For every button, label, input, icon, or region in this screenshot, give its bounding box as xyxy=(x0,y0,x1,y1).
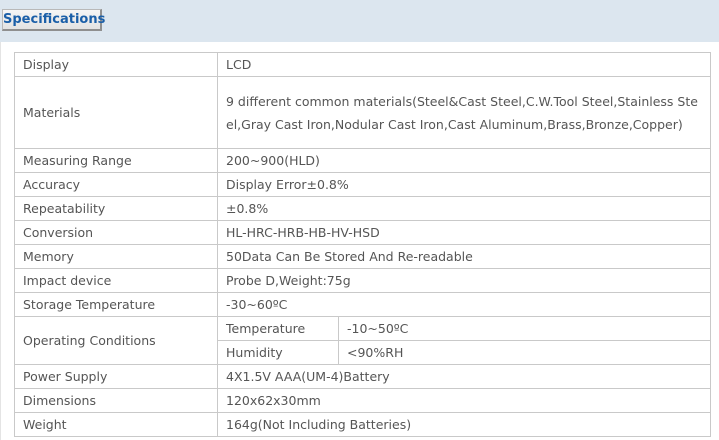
sub-row-label: Humidity xyxy=(217,340,339,365)
table-row: Measuring Range 200~900(HLD) xyxy=(14,148,711,173)
row-label: Conversion xyxy=(14,220,218,245)
row-label: Accuracy xyxy=(14,172,218,197)
row-label: Materials xyxy=(14,76,218,149)
table-row: Accuracy Display Error±0.8% xyxy=(14,172,711,197)
specifications-table: Display LCD Materials 9 different common… xyxy=(14,52,711,437)
specifications-panel: Display LCD Materials 9 different common… xyxy=(0,42,719,440)
table-row: Repeatability ±0.8% xyxy=(14,196,711,221)
row-label: Memory xyxy=(14,244,218,269)
tab-specifications[interactable]: Specifications xyxy=(2,9,105,31)
row-value: Display Error±0.8% xyxy=(217,172,711,197)
table-row: Operating Conditions Temperature -10~50º… xyxy=(14,316,711,365)
row-label: Display xyxy=(14,52,218,77)
sub-row-value: -10~50ºC xyxy=(338,316,711,341)
row-label: Dimensions xyxy=(14,388,218,413)
row-value: Probe D,Weight:75g xyxy=(217,268,711,293)
tab-bar: Specifications xyxy=(0,0,719,42)
row-label: Repeatability xyxy=(14,196,218,221)
table-row: Dimensions 120x62x30mm xyxy=(14,388,711,413)
row-label: Weight xyxy=(14,412,218,437)
table-row: Storage Temperature -30~60ºC xyxy=(14,292,711,317)
table-row: Memory 50Data Can Be Stored And Re-reada… xyxy=(14,244,711,269)
row-label: Measuring Range xyxy=(14,148,218,173)
row-value: 200~900(HLD) xyxy=(217,148,711,173)
table-row: Materials 9 different common materials(S… xyxy=(14,76,711,149)
row-value: ±0.8% xyxy=(217,196,711,221)
table-row: Impact device Probe D,Weight:75g xyxy=(14,268,711,293)
table-row: Power Supply 4X1.5V AAA(UM-4)Battery xyxy=(14,364,711,389)
row-label: Power Supply xyxy=(14,364,218,389)
row-label: Storage Temperature xyxy=(14,292,218,317)
table-row: Display LCD xyxy=(14,52,711,77)
table-row: Conversion HL-HRC-HRB-HB-HV-HSD xyxy=(14,220,711,245)
row-value: HL-HRC-HRB-HB-HV-HSD xyxy=(217,220,711,245)
row-value: 9 different common materials(Steel&Cast … xyxy=(217,76,711,149)
row-label: Impact device xyxy=(14,268,218,293)
sub-row-value: <90%RH xyxy=(338,340,711,365)
row-value: 4X1.5V AAA(UM-4)Battery xyxy=(217,364,711,389)
table-row: Weight 164g(Not Including Batteries) xyxy=(14,412,711,437)
row-value: LCD xyxy=(217,52,711,77)
row-value: 120x62x30mm xyxy=(217,388,711,413)
row-value: -30~60ºC xyxy=(217,292,711,317)
sub-row-label: Temperature xyxy=(217,316,339,341)
row-label: Operating Conditions xyxy=(14,316,218,365)
row-value: 164g(Not Including Batteries) xyxy=(217,412,711,437)
row-value: 50Data Can Be Stored And Re-readable xyxy=(217,244,711,269)
